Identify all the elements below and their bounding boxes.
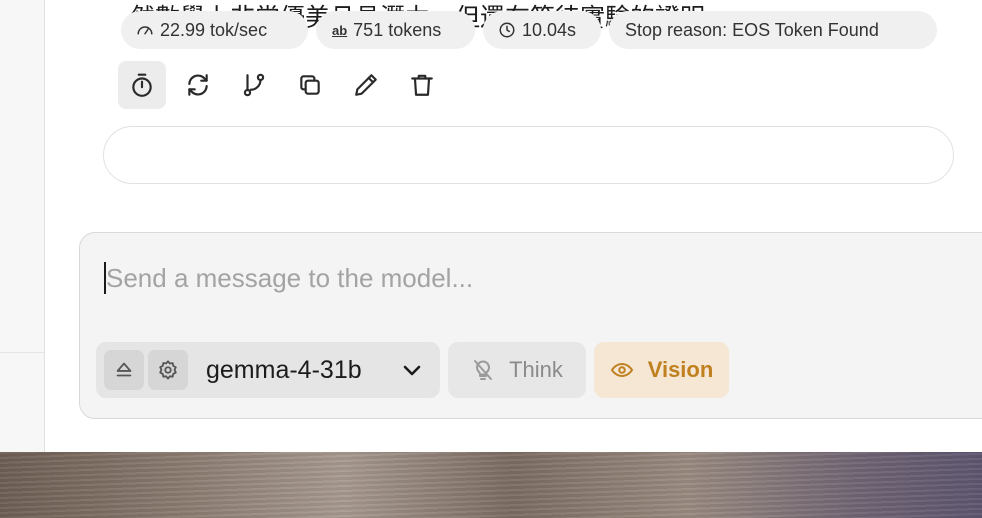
gauge-icon [137,26,153,35]
model-settings-button[interactable] [148,350,188,390]
tokens-icon: ab [332,22,348,38]
gear-icon [159,360,177,380]
clock-icon [499,22,515,38]
timing-button[interactable] [118,61,166,109]
edit-icon [355,74,377,96]
time-value: 10.04s [522,19,577,40]
eject-icon [116,362,132,377]
trash-icon [411,74,433,96]
eye-icon [610,362,633,378]
lightbulb-off-icon [474,360,493,380]
think-toggle[interactable]: Think [448,342,586,398]
chevron-down-icon[interactable] [400,358,424,382]
model-name[interactable]: gemma-4-31b [206,353,362,387]
speed-value: 22.99 tok/sec [160,19,268,40]
timer-icon [132,73,152,97]
tokens-pill: ab 751 tokens [316,11,475,49]
branch-icon [243,73,265,97]
branch-button[interactable] [230,61,278,109]
time-pill: 10.04s [483,11,601,49]
copy-button[interactable] [286,61,334,109]
edit-button[interactable] [342,61,390,109]
stop-reason-value: Stop reason: EOS Token Found [625,19,879,40]
sidebar-divider [0,352,44,353]
vision-toggle[interactable]: Vision [594,342,729,398]
desktop-wallpaper [0,452,982,518]
vision-label: Vision [647,357,714,382]
generation-stats-bar [103,126,954,184]
think-label: Think [509,357,563,382]
delete-button[interactable] [398,61,446,109]
eject-model-button[interactable] [104,350,144,390]
chat-window: 然數學上非常優美且具潛力，但還在等待實驗的證明。 [0,0,982,518]
regenerate-icon [188,74,208,96]
message-input[interactable] [106,258,966,298]
copy-icon [300,75,320,95]
message-actions [118,61,454,109]
speed-pill: 22.99 tok/sec [121,11,308,49]
text-caret [104,262,106,294]
sidebar [0,0,45,452]
regenerate-button[interactable] [174,61,222,109]
stop-reason-pill: Stop reason: EOS Token Found [609,11,937,49]
tokens-value: 751 tokens [353,19,442,40]
